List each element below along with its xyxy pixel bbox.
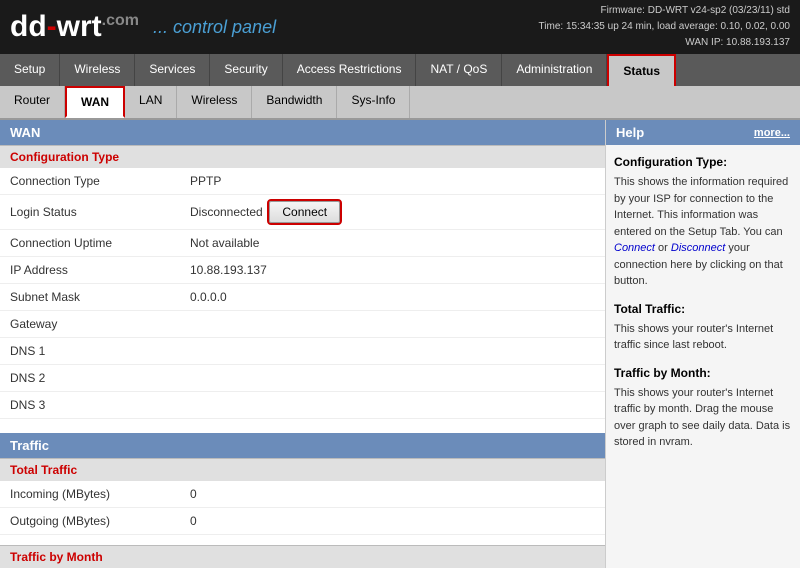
table-row: DNS 1 — [0, 338, 605, 365]
field-label: Connection Type — [0, 168, 180, 195]
header-info: Firmware: DD-WRT v24-sp2 (03/23/11) std … — [539, 3, 790, 51]
firmware-text: Firmware: DD-WRT v24-sp2 (03/23/11) std — [539, 3, 790, 19]
nav-nat-qos[interactable]: NAT / QoS — [416, 54, 502, 86]
nav-sub: Router WAN LAN Wireless Bandwidth Sys-In… — [0, 86, 800, 120]
connect-link[interactable]: Connect — [614, 242, 655, 254]
sub-wireless[interactable]: Wireless — [177, 86, 252, 118]
help-section-month-title: Traffic by Month: — [614, 364, 792, 382]
field-label: Incoming (MBytes) — [0, 481, 180, 508]
help-content: Configuration Type: This shows the infor… — [606, 145, 800, 459]
help-header: Help more... — [606, 120, 800, 145]
control-panel-label: ... control panel — [153, 17, 276, 38]
sub-lan[interactable]: LAN — [125, 86, 177, 118]
traffic-month-header: Traffic by Month — [0, 545, 605, 568]
help-section-traffic-text: This shows your router's Internet traffi… — [614, 321, 792, 354]
field-value: Disconnected Connect — [180, 195, 605, 230]
wan-section-header: WAN — [0, 120, 605, 145]
table-row: Incoming (MBytes) 0 — [0, 481, 605, 508]
time-text: Time: 15:34:35 up 24 min, load average: … — [539, 19, 790, 35]
table-row: IP Address 10.88.193.137 — [0, 257, 605, 284]
table-row: Login Status Disconnected Connect — [0, 195, 605, 230]
config-type-header: Configuration Type — [0, 145, 605, 168]
field-value — [180, 338, 605, 365]
logo-dotcom: .com — [102, 12, 139, 29]
field-label: DNS 1 — [0, 338, 180, 365]
total-traffic-header: Total Traffic — [0, 458, 605, 481]
logo-area: dd-wrt.com ... control panel — [10, 12, 276, 42]
table-row: Connection Uptime Not available — [0, 230, 605, 257]
nav-access-restrictions[interactable]: Access Restrictions — [283, 54, 417, 86]
field-label: IP Address — [0, 257, 180, 284]
traffic-table: Incoming (MBytes) 0 Outgoing (MBytes) 0 — [0, 481, 605, 535]
help-section-month-text: This shows your router's Internet traffi… — [614, 385, 792, 451]
field-label: Connection Uptime — [0, 230, 180, 257]
field-value: PPTP — [180, 168, 605, 195]
nav-top: Setup Wireless Services Security Access … — [0, 54, 800, 86]
sub-bandwidth[interactable]: Bandwidth — [252, 86, 337, 118]
table-row: Connection Type PPTP — [0, 168, 605, 195]
wan-ip-text: WAN IP: 10.88.193.137 — [539, 35, 790, 51]
table-row: DNS 2 — [0, 365, 605, 392]
field-value: 0 — [180, 481, 605, 508]
field-label: Login Status — [0, 195, 180, 230]
field-label: Gateway — [0, 311, 180, 338]
logo: dd-wrt.com — [10, 12, 139, 42]
wan-title: WAN — [10, 125, 40, 140]
nav-services[interactable]: Services — [135, 54, 210, 86]
login-status-value: Disconnected — [190, 205, 263, 219]
disconnect-link[interactable]: Disconnect — [671, 242, 725, 254]
logo-dd: dd — [10, 10, 47, 43]
table-row: Outgoing (MBytes) 0 — [0, 508, 605, 535]
help-panel: Help more... Configuration Type: This sh… — [605, 120, 800, 568]
table-row: DNS 3 — [0, 392, 605, 419]
nav-wireless[interactable]: Wireless — [60, 54, 135, 86]
wan-info-table: Connection Type PPTP Login Status Discon… — [0, 168, 605, 419]
field-value: 0.0.0.0 — [180, 284, 605, 311]
connect-button[interactable]: Connect — [269, 201, 340, 223]
field-value: Not available — [180, 230, 605, 257]
logo-wrt: wrt — [57, 10, 102, 43]
traffic-title: Traffic — [10, 438, 49, 453]
traffic-section-header: Traffic — [0, 433, 605, 458]
nav-status[interactable]: Status — [607, 54, 676, 86]
field-label: DNS 3 — [0, 392, 180, 419]
field-label: Subnet Mask — [0, 284, 180, 311]
table-row: Gateway — [0, 311, 605, 338]
field-label: Outgoing (MBytes) — [0, 508, 180, 535]
main-area: WAN Configuration Type Connection Type P… — [0, 120, 800, 568]
field-value — [180, 311, 605, 338]
help-title: Help — [616, 125, 644, 140]
help-section-config-title: Configuration Type: — [614, 153, 792, 171]
nav-setup[interactable]: Setup — [0, 54, 60, 86]
content-panel: WAN Configuration Type Connection Type P… — [0, 120, 605, 568]
table-row: Subnet Mask 0.0.0.0 — [0, 284, 605, 311]
field-value: 10.88.193.137 — [180, 257, 605, 284]
help-section-config-text: This shows the information required by y… — [614, 174, 792, 290]
nav-administration[interactable]: Administration — [502, 54, 607, 86]
header: dd-wrt.com ... control panel Firmware: D… — [0, 0, 800, 54]
sub-router[interactable]: Router — [0, 86, 65, 118]
field-value: 0 — [180, 508, 605, 535]
nav-security[interactable]: Security — [210, 54, 282, 86]
field-value — [180, 365, 605, 392]
help-section-traffic-title: Total Traffic: — [614, 300, 792, 318]
help-more-link[interactable]: more... — [754, 127, 790, 139]
sub-sysinfo[interactable]: Sys-Info — [337, 86, 410, 118]
field-value — [180, 392, 605, 419]
field-label: DNS 2 — [0, 365, 180, 392]
sub-wan[interactable]: WAN — [65, 86, 125, 118]
logo-dash: - — [47, 10, 57, 43]
